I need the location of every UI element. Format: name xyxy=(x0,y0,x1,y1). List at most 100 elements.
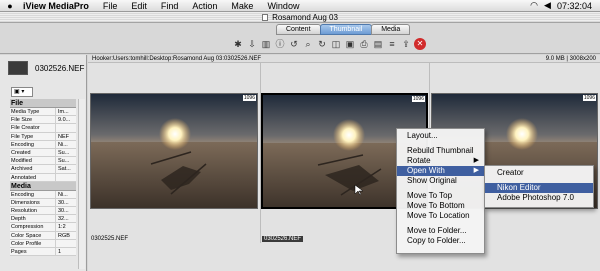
tab-content[interactable]: Content xyxy=(276,24,321,35)
info-value xyxy=(56,240,76,247)
info-row[interactable]: Media Type Im... xyxy=(10,108,76,117)
info-key: Encoding xyxy=(10,190,56,198)
info-value: Su... xyxy=(58,158,70,165)
slideshow-icon[interactable]: ▣ xyxy=(344,38,356,50)
info-value: Su... xyxy=(58,149,70,156)
menu-item-move-to-folder[interactable]: Move to Folder... xyxy=(397,226,484,236)
info-row[interactable]: Encoding Ni... xyxy=(10,140,76,149)
info-key: Created xyxy=(10,148,56,157)
info-key: Dimensions xyxy=(10,198,56,207)
clock-text[interactable]: 07:32:04 xyxy=(557,1,592,11)
info-key: Annotated xyxy=(10,173,56,181)
info-section-header[interactable]: File xyxy=(10,99,76,108)
menu-app[interactable]: iView MediaPro xyxy=(17,1,97,11)
menu-edit[interactable]: Edit xyxy=(125,1,155,11)
tab-bar: Content Thumbnail Media xyxy=(0,23,600,36)
export-icon[interactable]: ⇪ xyxy=(400,38,412,50)
menu-item-label: Open With xyxy=(407,166,445,175)
info-key: Depth xyxy=(10,215,56,223)
desert-sunset-photo xyxy=(91,94,257,208)
submenu-item-adobe-photoshop[interactable]: Adobe Photoshop 7.0 xyxy=(485,193,593,203)
stop-icon[interactable]: ✕ xyxy=(414,38,426,50)
tab-media[interactable]: Media xyxy=(371,24,411,35)
window-titlebar[interactable]: Rosamond Aug 03 xyxy=(0,12,600,23)
folder-icon[interactable]: ▤ xyxy=(372,38,384,50)
apple-menu-icon[interactable]: ● xyxy=(3,1,17,11)
info-value: RGB xyxy=(58,232,70,239)
info-section-header[interactable]: Media xyxy=(10,181,76,191)
info-row[interactable]: Compression 1:2 xyxy=(10,223,76,232)
info-row[interactable]: Depth 32... xyxy=(10,215,76,224)
info-row[interactable]: Resolution 30... xyxy=(10,207,76,216)
menu-item-label: Rotate xyxy=(407,156,431,165)
tab-thumbnail[interactable]: Thumbnail xyxy=(319,24,373,35)
trash-icon[interactable]: ▥ xyxy=(260,38,272,50)
preview-thumbnail[interactable] xyxy=(8,61,28,75)
info-panel: 0302526.NEF ▣ ▾ File Media Type Im... File … xyxy=(0,55,87,271)
menu-find[interactable]: Find xyxy=(155,1,187,11)
info-icon[interactable]: ⓘ xyxy=(274,38,286,50)
path-bar: Hooker:Users:tomhill:Desktop:Rosamond Au… xyxy=(88,55,600,63)
rotate-left-icon[interactable]: ↺ xyxy=(288,38,300,50)
info-row[interactable]: Encoding Ni... xyxy=(10,190,76,199)
info-value: 9.0... xyxy=(58,117,71,124)
info-row[interactable]: File Type NEF xyxy=(10,132,76,141)
menu-item-copy-to-folder[interactable]: Copy to Folder... xyxy=(397,236,484,246)
menu-item-show-original[interactable]: Show Original xyxy=(397,176,484,186)
toolbar: ✱ ⇩ ▥ ⓘ ↺ ⌕ ↻ ◫ ▣ ⎙ ▤ ≡ ⇪ ✕ xyxy=(0,36,600,54)
submenu-arrow-icon: ▶ xyxy=(473,167,479,174)
info-key: File Type xyxy=(10,132,56,140)
info-value: Ni... xyxy=(58,191,68,198)
menu-item-open-with[interactable]: Open With ▶ xyxy=(397,166,484,176)
menu-window[interactable]: Window xyxy=(261,1,307,11)
info-value: Im... xyxy=(58,109,69,115)
info-row[interactable]: Annotated xyxy=(10,173,76,182)
import-icon[interactable]: ⇩ xyxy=(246,38,258,50)
info-row[interactable]: File Size 9.0... xyxy=(10,116,76,125)
info-row[interactable]: Dimensions 30... xyxy=(10,198,76,208)
menu-file[interactable]: File xyxy=(97,1,126,11)
thumbnail-cell[interactable]: 1096 xyxy=(90,93,258,209)
info-key: File Size xyxy=(10,116,56,124)
wifi-icon[interactable]: ◠ xyxy=(530,0,538,11)
info-row[interactable]: Pages 1 xyxy=(10,248,76,257)
thumbnail-caption[interactable]: 0302525.NEF xyxy=(91,236,128,242)
view-mode-select[interactable]: ▣ ▾ xyxy=(11,87,33,97)
menu-item-move-to-bottom[interactable]: Move To Bottom xyxy=(397,201,484,211)
info-key: Archived xyxy=(10,165,56,173)
magnify-icon[interactable]: ⌕ xyxy=(302,38,314,50)
file-path: Hooker:Users:tomhill:Desktop:Rosamond Au… xyxy=(92,56,262,62)
label-icon[interactable]: ◫ xyxy=(330,38,342,50)
info-row[interactable]: Color Space RGB xyxy=(10,231,76,240)
volume-icon[interactable]: ◀ xyxy=(544,0,551,11)
print-icon[interactable]: ⎙ xyxy=(358,38,370,50)
info-key: Media Type xyxy=(10,108,56,116)
settings-icon[interactable]: ✱ xyxy=(232,38,244,50)
menu-action[interactable]: Action xyxy=(186,1,225,11)
submenu-item-creator[interactable]: Creator xyxy=(485,168,593,178)
info-key: Color Profile xyxy=(10,239,56,247)
sort-icon[interactable]: ≡ xyxy=(386,38,398,50)
info-table: File Media Type Im... File Size 9.0... File C… xyxy=(10,99,76,257)
info-row[interactable]: Archived Sat... xyxy=(10,165,76,174)
menu-item-rotate[interactable]: Rotate ▶ xyxy=(397,156,484,166)
thumbnail-caption-selected[interactable]: 0302526.NEF xyxy=(262,236,304,242)
submenu-item-nikon-editor[interactable]: Nikon Editor xyxy=(485,183,593,193)
menu-item-move-to-location[interactable]: Move To Location xyxy=(397,211,484,221)
info-key: Resolution xyxy=(10,207,56,215)
menu-item-layout[interactable]: Layout... xyxy=(397,131,484,141)
menubar: ● iView MediaPro File Edit Find Action M… xyxy=(0,0,600,12)
info-scrollbar[interactable] xyxy=(78,99,85,269)
menu-make[interactable]: Make xyxy=(225,1,261,11)
menu-item-move-to-top[interactable]: Move To Top xyxy=(397,191,484,201)
info-value: Ni... xyxy=(58,141,68,148)
menu-item-rebuild-thumbnail[interactable]: Rebuild Thumbnail xyxy=(397,146,484,156)
document-icon xyxy=(262,13,269,21)
info-row[interactable]: Modified Su... xyxy=(10,157,76,166)
rotate-right-icon[interactable]: ↻ xyxy=(316,38,328,50)
info-row[interactable]: Created Su... xyxy=(10,148,76,158)
info-row[interactable]: Color Profile xyxy=(10,239,76,248)
info-row[interactable]: File Creator xyxy=(10,124,76,133)
info-value xyxy=(56,124,76,131)
submenu-arrow-icon: ▶ xyxy=(473,157,479,164)
